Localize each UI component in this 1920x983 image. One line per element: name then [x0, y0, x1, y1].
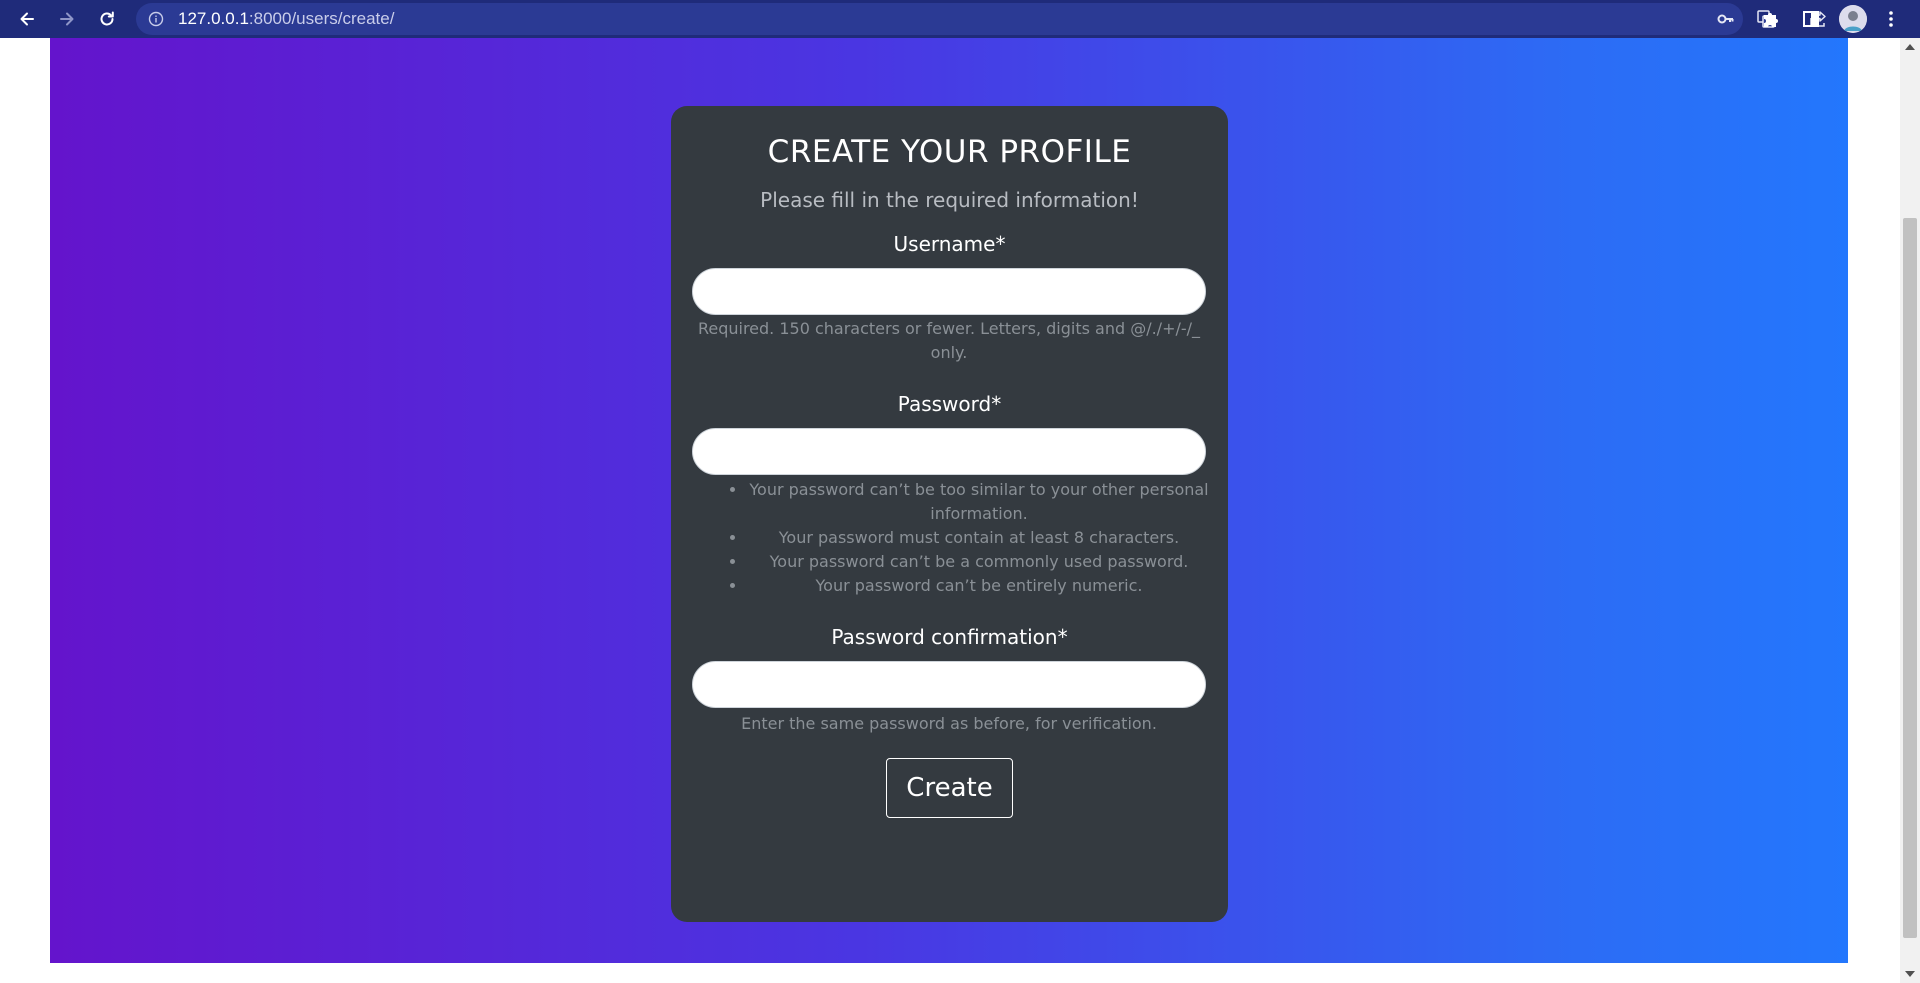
username-input[interactable]: [692, 268, 1206, 315]
info-icon[interactable]: [148, 11, 164, 27]
password-help-item: Your password can’t be entirely numeric.: [747, 574, 1211, 598]
username-label: Username*: [893, 232, 1006, 256]
scroll-down-icon[interactable]: [1900, 965, 1920, 983]
page-title: CREATE YOUR PROFILE: [767, 134, 1132, 170]
form-subtitle: Please fill in the required information!: [760, 188, 1139, 212]
url-path: :8000/users/create/: [248, 9, 395, 28]
browser-toolbar: 127.0.0.1:8000/users/create/: [0, 0, 1920, 38]
password-confirmation-input[interactable]: [692, 661, 1206, 708]
scrollbar-thumb[interactable]: [1903, 218, 1917, 938]
puzzle-icon[interactable]: [1760, 8, 1782, 30]
key-icon[interactable]: [1716, 9, 1736, 29]
password-help-list: Your password can’t be too similar to yo…: [721, 478, 1211, 598]
kebab-menu-icon[interactable]: [1880, 8, 1902, 30]
page-scrollbar[interactable]: [1900, 38, 1920, 983]
username-help: Required. 150 characters or fewer. Lette…: [697, 319, 1201, 362]
forward-arrow-icon: [60, 12, 74, 26]
password-confirmation-label: Password confirmation*: [831, 625, 1068, 649]
scroll-up-icon[interactable]: [1900, 38, 1920, 56]
page-viewport: CREATE YOUR PROFILE Please fill in the r…: [0, 38, 1900, 983]
password-help-item: Your password can’t be a commonly used p…: [747, 550, 1211, 574]
password-confirmation-help: Enter the same password as before, for v…: [741, 714, 1157, 733]
reload-button[interactable]: [91, 3, 123, 35]
reload-icon: [100, 11, 114, 26]
create-button[interactable]: Create: [886, 758, 1013, 818]
address-bar[interactable]: 127.0.0.1:8000/users/create/: [136, 3, 1867, 35]
url-host: 127.0.0.1: [178, 9, 249, 28]
back-arrow-icon: [20, 12, 34, 26]
password-label: Password*: [897, 392, 1002, 416]
create-profile-form: CREATE YOUR PROFILE Please fill in the r…: [671, 106, 1228, 922]
address-url[interactable]: 127.0.0.1:8000/users/create/: [178, 3, 394, 35]
back-button[interactable]: [11, 3, 43, 35]
avatar[interactable]: [1839, 5, 1867, 33]
password-input[interactable]: [692, 428, 1206, 475]
password-help-item: Your password must contain at least 8 ch…: [747, 526, 1211, 550]
forward-button[interactable]: [51, 3, 83, 35]
side-panel-icon[interactable]: [1800, 8, 1822, 30]
password-help-item: Your password can’t be too similar to yo…: [747, 478, 1211, 526]
